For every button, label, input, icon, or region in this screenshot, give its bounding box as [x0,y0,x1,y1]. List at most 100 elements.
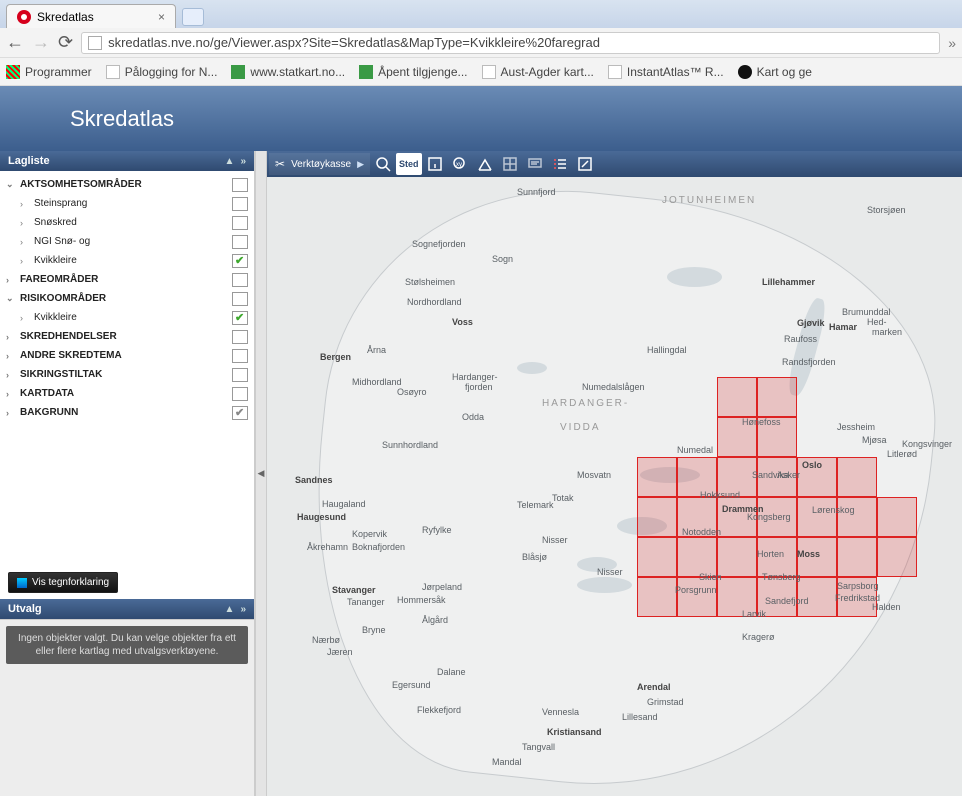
layer-checkbox[interactable] [232,368,248,382]
layer-label: FAREOMRÅDER [18,274,232,285]
reload-button[interactable]: ⟳ [58,32,73,53]
layer-kvikkleire2[interactable]: ›Kvikkleire [0,308,254,327]
map-label: Bryne [362,625,386,635]
expander-icon[interactable]: ⌄ [6,293,18,304]
grid-tool[interactable] [498,153,522,175]
map-label: Kragerø [742,632,775,642]
expander-icon[interactable]: › [6,389,18,399]
map-label: Tønsberg [762,572,801,582]
expander-icon[interactable]: › [6,332,18,342]
layer-kvikkleire1[interactable]: ›Kvikkleire [0,251,254,270]
expander-icon[interactable]: › [20,237,32,247]
back-button[interactable]: ← [6,32,24,53]
expander-icon[interactable]: › [6,275,18,285]
toolbox-dropdown[interactable]: ✂ Verktøykasse ▶ [269,153,370,175]
map-label: Gjøvik [797,318,825,328]
map-label: Nærbø [312,635,340,645]
layer-risiko[interactable]: ⌄RISIKOOMRÅDER [0,289,254,308]
expander-icon[interactable]: › [6,408,18,418]
draw-tool[interactable] [573,153,597,175]
map-label: Brumunddal [842,307,891,317]
lagliste-header[interactable]: Lagliste ▲ » [0,151,254,171]
forward-button[interactable]: → [32,32,50,53]
map-label: Sandefjord [765,596,809,606]
layer-label: RISIKOOMRÅDER [18,293,232,304]
layer-kartdata[interactable]: ›KARTDATA [0,384,254,403]
expander-icon[interactable]: › [6,370,18,380]
bookmark-1[interactable]: Pålogging for N... [106,65,218,79]
layer-skredh[interactable]: ›SKREDHENDELSER [0,327,254,346]
layer-checkbox[interactable] [232,197,248,211]
map-label: Porsgrunn [675,585,717,595]
collapse-up-icon[interactable]: ▲ [225,156,235,167]
layer-fare[interactable]: ›FAREOMRÅDER [0,270,254,289]
layer-snoskred[interactable]: ›Snøskred [0,213,254,232]
xy-tool[interactable]: xy [448,153,472,175]
layer-checkbox[interactable] [232,216,248,230]
browser-tab-strip: Skredatlas × [0,0,962,28]
expander-icon[interactable]: › [20,313,32,323]
chrome-menu-icon[interactable]: » [948,35,956,51]
layer-list: ⌄AKTSOMHETSOMRÅDER›Steinsprang›Snøskred›… [0,171,254,566]
map-canvas[interactable]: SunnfjordJOTUNHEIMENStorsjøenSognefjorde… [267,177,962,796]
layer-ngi[interactable]: ›NGI Snø- og [0,232,254,251]
map-label: Åkrehamn [307,542,348,552]
map-label: Kopervik [352,529,387,539]
layer-checkbox[interactable] [232,292,248,306]
map-label: Lillesand [622,712,658,722]
layer-checkbox[interactable] [232,387,248,401]
new-tab-button[interactable] [182,8,204,26]
search-tool[interactable] [371,153,395,175]
expander-icon[interactable]: › [20,218,32,228]
layer-bakgrunn[interactable]: ›BAKGRUNN [0,403,254,422]
sted-tool[interactable]: Sted [396,153,422,175]
layer-checkbox[interactable] [232,273,248,287]
layer-checkbox[interactable] [232,311,248,325]
expander-icon[interactable]: › [6,351,18,361]
bookmark-5[interactable]: InstantAtlas™ R... [608,65,724,79]
layer-checkbox[interactable] [232,349,248,363]
layer-checkbox[interactable] [232,235,248,249]
bookmark-apps[interactable]: Programmer [6,65,92,79]
legend-button[interactable]: Vis tegnforklaring [8,572,118,593]
map-label: Litlerød [887,449,917,459]
bookmark-4[interactable]: Aust-Agder kart... [482,65,594,79]
info-tool[interactable] [423,153,447,175]
expand-icon[interactable]: » [240,604,246,615]
bookmark-6[interactable]: Kart og ge [738,65,812,79]
layer-aktsomhet[interactable]: ⌄AKTSOMHETSOMRÅDER [0,175,254,194]
expander-icon[interactable]: ⌄ [6,179,18,190]
map-label: Blåsjø [522,552,547,562]
layer-sikring[interactable]: ›SIKRINGSTILTAK [0,365,254,384]
layer-checkbox[interactable] [232,254,248,268]
expander-icon[interactable]: › [20,199,32,209]
sidebar: Lagliste ▲ » ⌄AKTSOMHETSOMRÅDER›Steinspr… [0,151,255,796]
browser-tab[interactable]: Skredatlas × [6,4,176,28]
layer-checkbox[interactable] [232,178,248,192]
expand-icon[interactable]: » [240,156,246,167]
layer-checkbox[interactable] [232,406,248,420]
layer-steinsprang[interactable]: ›Steinsprang [0,194,254,213]
bookmark-2[interactable]: www.statkart.no... [231,65,345,79]
grid-cell [717,537,757,577]
collapse-up-icon[interactable]: ▲ [225,604,235,615]
map-label: Telemark [517,500,554,510]
layer-checkbox[interactable] [232,330,248,344]
site-favicon [17,10,31,24]
map-label: Tangvall [522,742,555,752]
measure-tool[interactable] [473,153,497,175]
tab-close-icon[interactable]: × [158,10,165,24]
grid-cell [797,497,837,537]
comment-tool[interactable] [523,153,547,175]
expander-icon[interactable]: › [20,256,32,266]
sidebar-collapse-handle[interactable] [255,151,267,796]
map-label: Larvik [742,609,766,619]
utvalg-header[interactable]: Utvalg ▲ » [0,599,254,619]
map-label: Asker [777,470,800,480]
bookmark-3[interactable]: Åpent tilgjenge... [359,65,467,79]
url-input[interactable]: skredatlas.nve.no/ge/Viewer.aspx?Site=Sk… [81,32,940,54]
layer-label: AKTSOMHETSOMRÅDER [18,179,232,190]
list-tool[interactable] [548,153,572,175]
map-label: Stavanger [332,585,376,595]
layer-andre[interactable]: ›ANDRE SKREDTEMA [0,346,254,365]
